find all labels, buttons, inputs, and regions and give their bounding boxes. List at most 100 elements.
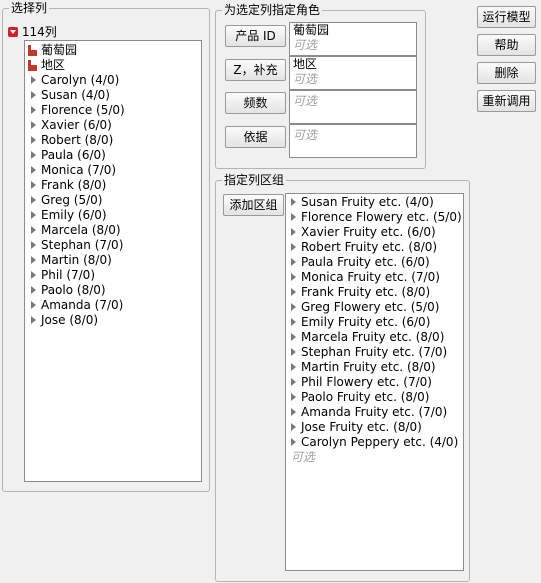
- expand-triangle-icon[interactable]: [31, 196, 36, 204]
- block-item[interactable]: Xavier Fruity etc. (6/0): [286, 225, 463, 240]
- column-item[interactable]: Amanda (7/0): [25, 298, 201, 313]
- expand-triangle-icon[interactable]: [291, 303, 296, 311]
- expand-triangle-icon[interactable]: [31, 301, 36, 309]
- expand-triangle-icon[interactable]: [31, 181, 36, 189]
- expand-triangle-icon[interactable]: [31, 136, 36, 144]
- by-box[interactable]: 可选: [289, 124, 417, 158]
- expand-triangle-icon[interactable]: [31, 151, 36, 159]
- expand-triangle-icon[interactable]: [31, 91, 36, 99]
- block-label: Monica Fruity etc. (7/0): [301, 270, 440, 284]
- block-item[interactable]: Susan Fruity etc. (4/0): [286, 195, 463, 210]
- column-item[interactable]: Florence (5/0): [25, 103, 201, 118]
- expand-triangle-icon[interactable]: [31, 256, 36, 264]
- column-count-toggle[interactable]: 114列: [8, 25, 57, 39]
- freq-box[interactable]: 可选: [289, 90, 417, 124]
- block-item[interactable]: Florence Flowery etc. (5/0): [286, 210, 463, 225]
- product-id-box[interactable]: 葡萄园 可选: [289, 22, 417, 56]
- column-item[interactable]: Stephan (7/0): [25, 238, 201, 253]
- column-item[interactable]: Emily (6/0): [25, 208, 201, 223]
- column-list[interactable]: 葡萄园 地区 Carolyn (4/0) Susan (4/0) Florence (5…: [24, 40, 202, 482]
- column-item[interactable]: Frank (8/0): [25, 178, 201, 193]
- column-label: Carolyn (4/0): [41, 73, 120, 87]
- column-item[interactable]: Paula (6/0): [25, 148, 201, 163]
- column-item[interactable]: Monica (7/0): [25, 163, 201, 178]
- column-item[interactable]: Greg (5/0): [25, 193, 201, 208]
- block-item[interactable]: Paula Fruity etc. (6/0): [286, 255, 463, 270]
- help-button[interactable]: 帮助: [477, 34, 536, 56]
- expand-triangle-icon[interactable]: [31, 241, 36, 249]
- block-label: Amanda Fruity etc. (7/0): [301, 405, 448, 419]
- column-item[interactable]: Susan (4/0): [25, 88, 201, 103]
- expand-triangle-icon[interactable]: [31, 226, 36, 234]
- block-item[interactable]: Carolyn Peppery etc. (4/0): [286, 435, 463, 450]
- block-label: Marcela Fruity etc. (8/0): [301, 330, 445, 344]
- block-item[interactable]: Monica Fruity etc. (7/0): [286, 270, 463, 285]
- column-item[interactable]: 葡萄园: [25, 43, 201, 58]
- expand-triangle-icon[interactable]: [291, 393, 296, 401]
- column-item[interactable]: Xavier (6/0): [25, 118, 201, 133]
- block-item[interactable]: Marcela Fruity etc. (8/0): [286, 330, 463, 345]
- expand-triangle-icon[interactable]: [31, 316, 36, 324]
- column-item[interactable]: 地区: [25, 58, 201, 73]
- expand-triangle-icon[interactable]: [291, 258, 296, 266]
- block-label: Xavier Fruity etc. (6/0): [301, 225, 436, 239]
- block-label: Phil Flowery etc. (7/0): [301, 375, 432, 389]
- expand-triangle-icon[interactable]: [291, 378, 296, 386]
- expand-triangle-icon[interactable]: [291, 273, 296, 281]
- column-item[interactable]: Robert (8/0): [25, 133, 201, 148]
- freq-optional: 可选: [293, 94, 318, 108]
- expand-triangle-icon[interactable]: [291, 243, 296, 251]
- block-item[interactable]: Frank Fruity etc. (8/0): [286, 285, 463, 300]
- expand-triangle-icon[interactable]: [31, 211, 36, 219]
- block-label: Susan Fruity etc. (4/0): [301, 195, 434, 209]
- column-item[interactable]: Phil (7/0): [25, 268, 201, 283]
- block-label: Martin Fruity etc. (8/0): [301, 360, 436, 374]
- block-optional: 可选: [291, 450, 316, 464]
- expand-triangle-icon[interactable]: [291, 198, 296, 206]
- block-item[interactable]: Paolo Fruity etc. (8/0): [286, 390, 463, 405]
- expand-triangle-icon[interactable]: [291, 288, 296, 296]
- z-supplement-optional: 可选: [293, 72, 318, 86]
- expand-triangle-icon[interactable]: [291, 363, 296, 371]
- block-label: Greg Flowery etc. (5/0): [301, 300, 440, 314]
- column-item[interactable]: Paolo (8/0): [25, 283, 201, 298]
- block-item[interactable]: Robert Fruity etc. (8/0): [286, 240, 463, 255]
- block-item[interactable]: Phil Flowery etc. (7/0): [286, 375, 463, 390]
- recall-button[interactable]: 重新调用: [477, 90, 536, 112]
- block-item[interactable]: Emily Fruity etc. (6/0): [286, 315, 463, 330]
- block-label: Stephan Fruity etc. (7/0): [301, 345, 448, 359]
- z-supplement-box[interactable]: 地区 可选: [289, 56, 417, 90]
- freq-button[interactable]: 频数: [225, 92, 286, 114]
- block-item[interactable]: Amanda Fruity etc. (7/0): [286, 405, 463, 420]
- expand-triangle-icon[interactable]: [31, 166, 36, 174]
- z-supplement-button[interactable]: Z，补充: [225, 59, 286, 81]
- column-item[interactable]: Carolyn (4/0): [25, 73, 201, 88]
- expand-triangle-icon[interactable]: [31, 76, 36, 84]
- expand-triangle-icon[interactable]: [31, 121, 36, 129]
- add-block-button[interactable]: 添加区组: [223, 194, 284, 216]
- block-item[interactable]: Stephan Fruity etc. (7/0): [286, 345, 463, 360]
- expand-triangle-icon[interactable]: [291, 213, 296, 221]
- column-item[interactable]: Marcela (8/0): [25, 223, 201, 238]
- block-item[interactable]: Greg Flowery etc. (5/0): [286, 300, 463, 315]
- expand-triangle-icon[interactable]: [291, 318, 296, 326]
- expand-triangle-icon[interactable]: [31, 286, 36, 294]
- product-id-button[interactable]: 产品 ID: [225, 25, 286, 47]
- expand-triangle-icon[interactable]: [291, 423, 296, 431]
- expand-triangle-icon[interactable]: [31, 271, 36, 279]
- block-item[interactable]: Jose Fruity etc. (8/0): [286, 420, 463, 435]
- block-list[interactable]: Susan Fruity etc. (4/0) Florence Flowery …: [285, 193, 464, 571]
- block-item[interactable]: Martin Fruity etc. (8/0): [286, 360, 463, 375]
- column-label: Florence (5/0): [41, 103, 125, 117]
- run-model-button[interactable]: 运行模型: [477, 6, 536, 28]
- expand-triangle-icon[interactable]: [31, 106, 36, 114]
- remove-button[interactable]: 删除: [477, 62, 536, 84]
- expand-triangle-icon[interactable]: [291, 438, 296, 446]
- expand-triangle-icon[interactable]: [291, 408, 296, 416]
- by-button[interactable]: 依据: [225, 126, 286, 148]
- column-item[interactable]: Martin (8/0): [25, 253, 201, 268]
- column-item[interactable]: Jose (8/0): [25, 313, 201, 328]
- expand-triangle-icon[interactable]: [291, 333, 296, 341]
- expand-triangle-icon[interactable]: [291, 228, 296, 236]
- expand-triangle-icon[interactable]: [291, 348, 296, 356]
